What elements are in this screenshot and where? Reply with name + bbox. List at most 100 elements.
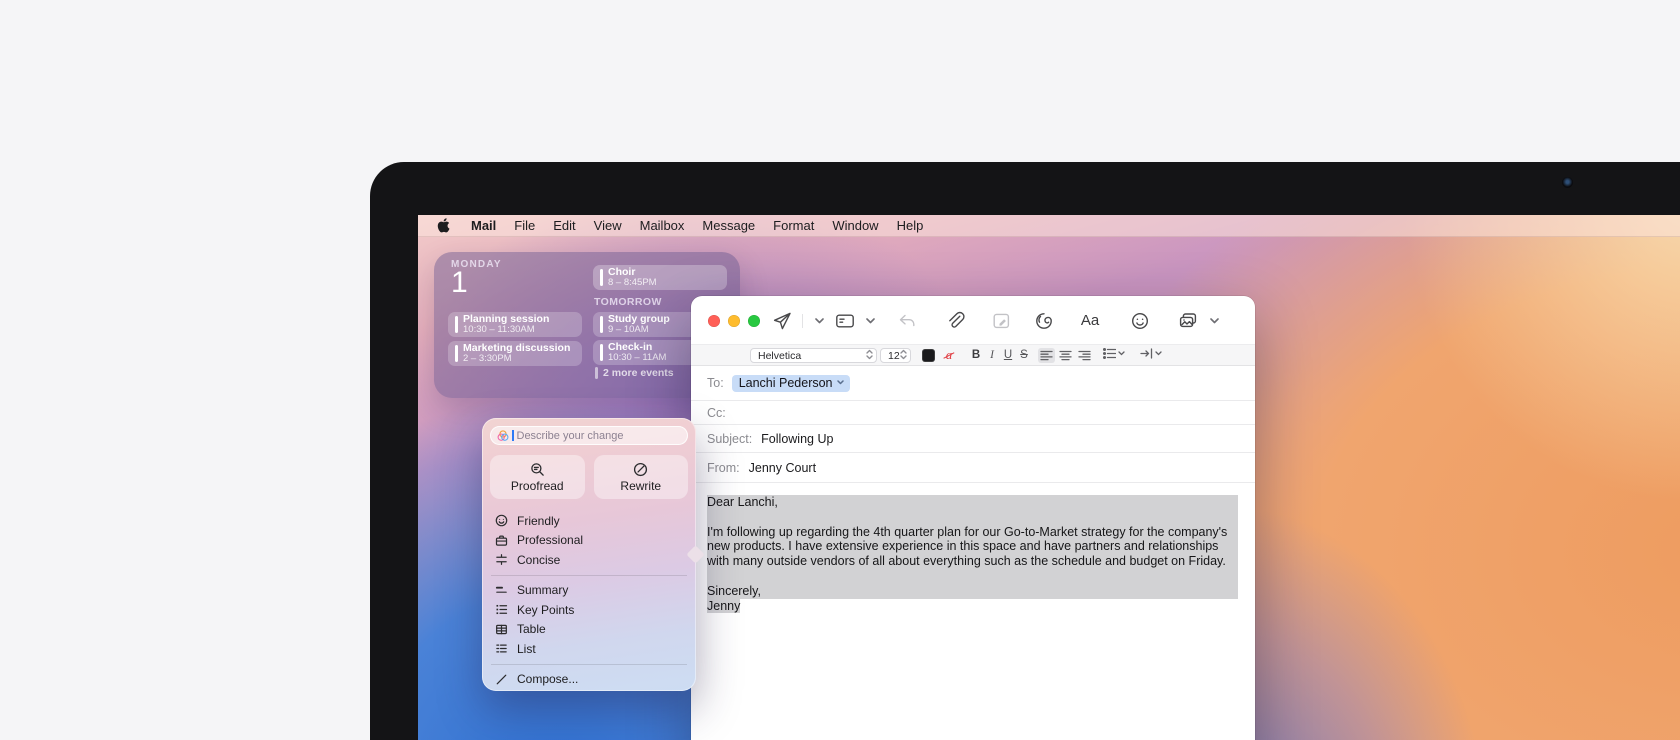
event-color-bar	[600, 269, 603, 286]
menu-item-summary[interactable]: Summary	[490, 581, 688, 601]
close-button[interactable]	[708, 315, 720, 327]
menu-item-label: Friendly	[517, 514, 560, 528]
cc-field[interactable]: Cc:	[691, 401, 1255, 425]
key-points-icon	[495, 603, 508, 616]
text-cursor	[512, 430, 514, 441]
menu-message[interactable]: Message	[693, 215, 764, 237]
event-color-bar	[600, 316, 603, 333]
recipient-name: Lanchi Pederson	[739, 376, 833, 390]
align-center-button[interactable]	[1057, 348, 1074, 363]
font-color-button[interactable]: a	[942, 347, 956, 363]
menu-window[interactable]: Window	[823, 215, 887, 237]
greeting-line: Dear Lanchi,	[707, 495, 1238, 510]
align-left-button[interactable]	[1038, 348, 1055, 363]
event-time: 8 – 8:45PM	[608, 278, 657, 288]
indent-button[interactable]	[1140, 348, 1162, 359]
menu-view[interactable]: View	[585, 215, 631, 237]
menu-divider	[491, 575, 687, 576]
message-body[interactable]: Dear Lanchi, I'm following up regarding …	[691, 483, 1255, 613]
event-color-bar	[455, 316, 458, 333]
toolbar-divider	[802, 314, 803, 328]
proofread-button[interactable]: Proofread	[490, 455, 585, 499]
menu-mailbox[interactable]: Mailbox	[631, 215, 694, 237]
selected-text: Dear Lanchi, I'm following up regarding …	[707, 495, 1238, 599]
stepper-icon	[900, 349, 907, 363]
event-planning-session[interactable]: Planning session 10:30 – 11:30AM	[448, 312, 582, 337]
menu-item-friendly[interactable]: Friendly	[490, 511, 688, 531]
subject-value: Following Up	[761, 432, 833, 446]
compose-toolbar: Aa	[691, 296, 1255, 345]
strikethrough-button[interactable]: S	[1017, 348, 1031, 363]
from-field[interactable]: From: Jenny Court	[691, 453, 1255, 483]
minimize-button[interactable]	[728, 315, 740, 327]
menu-file[interactable]: File	[505, 215, 544, 237]
menu-mail[interactable]: Mail	[462, 215, 505, 237]
blank-line	[707, 569, 1238, 584]
menu-help[interactable]: Help	[888, 215, 933, 237]
emoji-button[interactable]	[1129, 310, 1151, 332]
menu-item-label: Summary	[517, 583, 568, 597]
menu-item-list[interactable]: List	[490, 639, 688, 659]
event-marketing-discussion[interactable]: Marketing discussion 2 – 3:30PM	[448, 341, 582, 366]
bold-button[interactable]: B	[969, 348, 983, 363]
mail-compose-window: Aa Helvetica	[691, 296, 1255, 740]
rewrite-button[interactable]: Rewrite	[594, 455, 689, 499]
subject-field[interactable]: Subject: Following Up	[691, 425, 1255, 453]
send-button[interactable]	[771, 310, 793, 332]
list-icon	[495, 642, 508, 655]
to-field[interactable]: To: Lanchi Pederson	[691, 366, 1255, 401]
event-time: 10:30 – 11AM	[608, 353, 666, 363]
event-choir[interactable]: Choir 8 – 8:45PM	[593, 265, 727, 290]
italic-button[interactable]: I	[985, 348, 999, 363]
format-button[interactable]: Aa	[1079, 309, 1101, 331]
signature-line: Jenny	[707, 599, 1239, 614]
menu-item-key-points[interactable]: Key Points	[490, 600, 688, 620]
align-right-button[interactable]	[1076, 348, 1093, 363]
menu-item-professional[interactable]: Professional	[490, 531, 688, 551]
font-size-value: 12	[888, 350, 900, 362]
describe-change-input[interactable]: Describe your change	[490, 426, 688, 445]
compose-pencil-icon	[495, 673, 508, 686]
text-background-color-swatch[interactable]	[922, 349, 935, 362]
blank-line	[707, 510, 1238, 525]
desktop: Mail File Edit View Mailbox Message Form…	[418, 215, 1680, 740]
recipient-token[interactable]: Lanchi Pederson	[732, 375, 850, 392]
menu-item-label: Compose...	[517, 672, 578, 686]
header-fields-chevron-icon[interactable]	[859, 310, 881, 332]
photo-browser-button[interactable]	[1177, 310, 1199, 332]
stepper-icon	[866, 349, 873, 363]
menu-edit[interactable]: Edit	[544, 215, 584, 237]
list-style-button[interactable]	[1103, 348, 1125, 359]
attach-button[interactable]	[944, 310, 966, 332]
more-events[interactable]: 2 more events	[595, 367, 674, 379]
event-color-bar	[595, 367, 598, 379]
menu-item-compose[interactable]: Compose...	[490, 670, 688, 690]
window-controls	[708, 315, 760, 327]
header-fields-button[interactable]	[834, 310, 856, 332]
concise-icon	[495, 553, 508, 566]
font-family-select[interactable]: Helvetica	[750, 348, 877, 363]
input-placeholder: Describe your change	[517, 430, 624, 442]
font-family-value: Helvetica	[758, 350, 801, 362]
menu-item-table[interactable]: Table	[490, 620, 688, 640]
menu-format[interactable]: Format	[764, 215, 823, 237]
font-size-stepper[interactable]: 12	[880, 348, 911, 363]
send-options-chevron-icon[interactable]	[808, 310, 830, 332]
zoom-button[interactable]	[748, 315, 760, 327]
menu-item-concise[interactable]: Concise	[490, 550, 688, 570]
apple-logo-icon[interactable]	[437, 218, 452, 234]
menu-item-label: List	[517, 642, 536, 656]
photo-browser-chevron-icon[interactable]	[1203, 310, 1225, 332]
rewrite-label: Rewrite	[620, 479, 661, 493]
event-color-bar	[455, 345, 458, 362]
menu-divider	[491, 664, 687, 665]
smiley-icon	[495, 514, 508, 527]
token-chevron-icon	[837, 380, 844, 385]
markup-button	[991, 310, 1013, 332]
camera-icon	[1562, 177, 1573, 188]
table-icon	[495, 623, 508, 636]
apple-intelligence-button[interactable]	[1033, 310, 1055, 332]
widget-tomorrow-label: TOMORROW	[594, 296, 662, 308]
marketing-canvas: Mail File Edit View Mailbox Message Form…	[0, 0, 1680, 740]
underline-button[interactable]: U	[1001, 348, 1015, 363]
